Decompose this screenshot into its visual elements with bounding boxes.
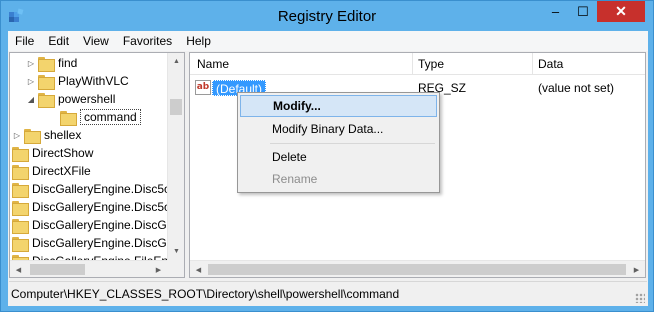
tree-item-discgalleryengine[interactable]: DiscGalleryEngine.Disc5oen [10, 198, 185, 216]
scroll-left-icon[interactable]: ◀ [10, 261, 27, 277]
column-header-name[interactable]: Name [197, 57, 229, 71]
scroll-down-icon[interactable]: ▼ [168, 243, 184, 260]
tree-item-label: DiscGalleryEngine.DiscGall [32, 236, 179, 250]
registry-editor-window: Registry Editor – ☐ ✕ File Edit View Fav… [0, 0, 654, 312]
tree-item-label: DirectShow [32, 146, 94, 160]
value-data: (value not set) [538, 81, 615, 95]
title-bar[interactable]: Registry Editor – ☐ ✕ [1, 1, 653, 31]
scroll-left-icon[interactable]: ◀ [190, 261, 207, 277]
scroll-up-icon[interactable]: ▲ [168, 53, 184, 70]
folder-icon [12, 146, 29, 162]
list-horizontal-scrollbar[interactable]: ◀ ▶ [190, 260, 645, 277]
expand-arrow-icon[interactable]: ▷ [10, 131, 24, 140]
tree-item-label: DiscGalleryEngine.DiscGall [32, 218, 179, 232]
tree-item-shellex[interactable]: ▷ shellex [10, 126, 81, 144]
column-divider[interactable] [412, 53, 413, 75]
registry-tree: ▷ find ▷ PlayWithVLC ◢ powershell comman… [9, 52, 185, 278]
folder-icon [38, 56, 55, 72]
menu-separator [270, 143, 435, 144]
tree-item-directxfile[interactable]: DirectXFile [10, 162, 91, 180]
folder-icon [38, 92, 55, 108]
tree-item-command[interactable]: command [46, 108, 141, 126]
folder-icon [12, 164, 29, 180]
tree-item-label: powershell [58, 92, 116, 106]
column-divider[interactable] [532, 53, 533, 75]
string-value-icon: ab [195, 80, 211, 95]
menu-item-modify[interactable]: Modify... [240, 95, 437, 117]
column-header-type[interactable]: Type [418, 57, 444, 71]
scroll-thumb[interactable] [208, 264, 626, 275]
menu-item-rename: Rename [272, 172, 318, 186]
scroll-right-icon[interactable]: ▶ [150, 261, 167, 277]
close-button[interactable]: ✕ [597, 1, 645, 22]
menu-favorites[interactable]: Favorites [116, 34, 179, 48]
status-bar: Computer\HKEY_CLASSES_ROOT\Directory\she… [9, 281, 647, 305]
tree-item-label: PlayWithVLC [58, 74, 129, 88]
scroll-right-icon[interactable]: ▶ [628, 261, 645, 277]
tree-item-label: DiscGalleryEngine.Disc5oen [32, 200, 185, 214]
tree-item-label: command [80, 109, 141, 125]
menu-item-modify-binary-data[interactable]: Modify Binary Data... [240, 118, 437, 140]
column-header-data[interactable]: Data [538, 57, 563, 71]
menu-edit[interactable]: Edit [41, 34, 76, 48]
list-header: Name Type Data [190, 53, 645, 75]
tree-item-discgalleryengine[interactable]: DiscGalleryEngine.Disc5oen [10, 180, 185, 198]
folder-icon [24, 128, 41, 144]
folder-icon [12, 218, 29, 234]
tree-item-discgalleryengine[interactable]: DiscGalleryEngine.DiscGall [10, 216, 179, 234]
expand-arrow-icon[interactable]: ▷ [24, 77, 38, 86]
menu-view[interactable]: View [76, 34, 116, 48]
menu-file[interactable]: File [8, 34, 41, 48]
tree-vertical-scrollbar[interactable]: ▲ ▼ [167, 53, 184, 260]
folder-icon [12, 182, 29, 198]
tree-item-directshow[interactable]: DirectShow [10, 144, 94, 162]
folder-open-icon [60, 110, 77, 126]
folder-icon [38, 74, 55, 90]
scroll-thumb[interactable] [30, 264, 85, 275]
menu-bar: File Edit View Favorites Help [8, 31, 648, 51]
folder-icon [12, 236, 29, 252]
expand-arrow-icon[interactable]: ▷ [24, 59, 38, 68]
scrollbar-corner [167, 260, 184, 277]
tree-item-label: DirectXFile [32, 164, 91, 178]
menu-help[interactable]: Help [179, 34, 218, 48]
tree-item-label: shellex [44, 128, 82, 142]
maximize-button[interactable]: ☐ [570, 1, 596, 22]
context-menu: Modify... Modify Binary Data... Delete R… [237, 92, 440, 193]
tree-item-discgalleryengine[interactable]: DiscGalleryEngine.DiscGall [10, 234, 179, 252]
collapse-arrow-icon[interactable]: ◢ [24, 95, 38, 104]
tree-item-powershell[interactable]: ◢ powershell [24, 90, 115, 108]
resize-grip-icon[interactable] [635, 293, 645, 303]
registry-path: Computer\HKEY_CLASSES_ROOT\Directory\she… [11, 286, 400, 301]
folder-icon [12, 200, 29, 216]
tree-item-find[interactable]: ▷ find [24, 54, 77, 72]
tree-item-label: find [58, 56, 78, 70]
minimize-button[interactable]: – [542, 1, 569, 22]
tree-horizontal-scrollbar[interactable]: ◀ ▶ [10, 260, 184, 277]
tree-item-label: DiscGalleryEngine.Disc5oen [32, 182, 185, 196]
scroll-thumb[interactable] [170, 99, 182, 115]
tree-item-playwithvlc[interactable]: ▷ PlayWithVLC [24, 72, 129, 90]
menu-item-delete[interactable]: Delete [240, 146, 437, 168]
